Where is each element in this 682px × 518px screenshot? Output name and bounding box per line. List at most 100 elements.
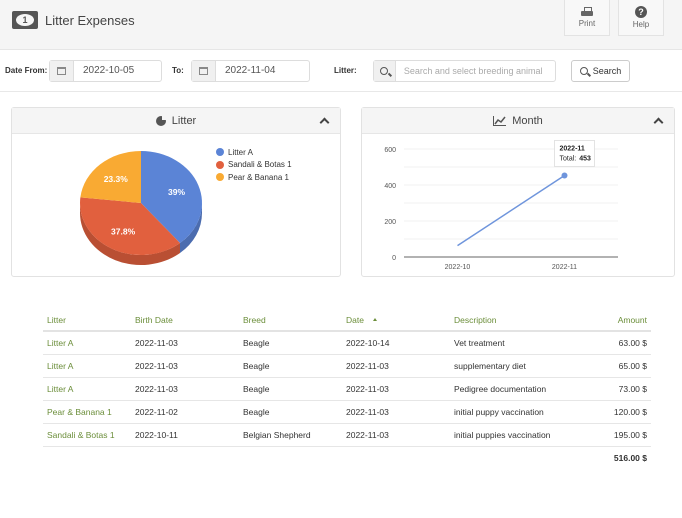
cell-amount: 73.00 $ xyxy=(580,377,651,401)
print-button[interactable]: Print xyxy=(564,0,610,36)
collapse-litter-panel-button[interactable] xyxy=(319,115,330,128)
litter-search-input[interactable] xyxy=(395,61,555,81)
date-to-label: To: xyxy=(172,66,184,75)
data-point[interactable] xyxy=(561,172,568,179)
table-total-row: 516.00 $ xyxy=(43,446,651,470)
cell-birth-date: 2022-11-03 xyxy=(131,331,239,355)
filter-bar: Date From: 2022-10-05 To: 2022-11-04 Lit… xyxy=(0,50,682,92)
column-header-amount[interactable]: Amount xyxy=(580,309,651,332)
cell-date: 2022-10-14 xyxy=(342,331,450,355)
empty-cell xyxy=(342,446,450,470)
legend-swatch xyxy=(216,160,224,169)
cell-birth-date: 2022-11-03 xyxy=(131,354,239,378)
cell-litter[interactable]: Sandali & Botas 1 xyxy=(43,423,131,447)
page-title: Litter Expenses xyxy=(45,12,135,28)
legend-label: Litter A xyxy=(228,147,253,157)
column-header-date[interactable]: Date xyxy=(342,309,450,332)
total-amount: 516.00 $ xyxy=(613,453,647,464)
pie-slice-label: 37.8% xyxy=(111,226,136,236)
litter-panel-header: Litter xyxy=(12,108,340,134)
cell-description: Vet treatment xyxy=(450,331,580,355)
legend-swatch xyxy=(216,148,224,157)
cell-breed: Belgian Shepherd xyxy=(239,423,342,447)
cell-birth-date: 2022-11-03 xyxy=(131,377,239,401)
search-icon xyxy=(579,67,588,75)
chevron-up-icon xyxy=(653,117,664,128)
date-to-calendar-button[interactable] xyxy=(192,61,216,81)
cell-amount: 65.00 $ xyxy=(580,354,651,378)
column-header-litter[interactable]: Litter xyxy=(43,309,131,332)
cell-description: initial puppy vaccination xyxy=(450,400,580,424)
help-icon: ? xyxy=(635,6,647,18)
cell-birth-date: 2022-10-11 xyxy=(131,423,239,447)
litter-label: Litter: xyxy=(334,66,357,75)
pie-legend: Litter A Sandali & Botas 1 Pear & Banana… xyxy=(216,146,292,184)
top-bar: Litter Expenses Print ? Help xyxy=(0,0,682,50)
money-bill-icon xyxy=(12,11,38,29)
cell-litter[interactable]: Litter A xyxy=(43,377,131,401)
column-header-breed[interactable]: Breed xyxy=(239,309,342,332)
app-title: Litter Expenses xyxy=(12,11,135,29)
y-tick-label: 400 xyxy=(384,183,396,190)
date-from-label: Date From: xyxy=(5,66,48,75)
date-from-calendar-button[interactable] xyxy=(50,61,74,81)
table-header-row: Litter Birth Date Breed Date Description… xyxy=(43,309,651,332)
month-line-chart: 0 200 400 600 2022-10 2022-11 2022-11 Total: 453 xyxy=(384,140,618,271)
table-row[interactable]: Pear & Banana 1 2022-11-02 Beagle 2022-11-0… xyxy=(43,400,651,424)
empty-cell xyxy=(43,446,131,470)
cell-date: 2022-11-03 xyxy=(342,400,450,424)
cell-amount: 195.00 $ xyxy=(580,423,651,447)
cell-amount: 63.00 $ xyxy=(580,331,651,355)
cell-amount: 120.00 $ xyxy=(580,400,651,424)
litter-search-addon xyxy=(374,61,396,81)
cell-description: supplementary diet xyxy=(450,354,580,378)
search-button[interactable]: Search xyxy=(571,60,630,82)
cell-litter[interactable]: Pear & Banana 1 xyxy=(43,400,131,424)
cell-date: 2022-11-03 xyxy=(342,354,450,378)
empty-cell xyxy=(131,446,239,470)
date-from-field[interactable]: 2022-10-05 xyxy=(49,60,162,82)
svg-text:Total:453: Total: 453 xyxy=(560,155,592,162)
chevron-up-icon xyxy=(319,117,330,128)
tooltip-label: Total: xyxy=(560,155,577,162)
pie-chart-icon xyxy=(155,113,168,126)
cell-litter[interactable]: Litter A xyxy=(43,354,131,378)
cell-breed: Beagle xyxy=(239,400,342,424)
column-header-birth-date[interactable]: Birth Date xyxy=(131,309,239,332)
date-from-value[interactable]: 2022-10-05 xyxy=(74,61,134,81)
help-button[interactable]: ? Help xyxy=(618,0,664,36)
expenses-table: Litter Birth Date Breed Date Description… xyxy=(43,309,651,470)
print-icon xyxy=(581,7,593,17)
month-panel-title: Month xyxy=(512,114,543,127)
empty-cell xyxy=(239,446,342,470)
tooltip-title: 2022-11 xyxy=(560,145,585,152)
legend-item[interactable]: Litter A xyxy=(216,146,292,159)
table-row[interactable]: Litter A 2022-11-03 Beagle 2022-11-03 supple… xyxy=(43,354,651,378)
series-line-total xyxy=(457,174,565,247)
table-row[interactable]: Litter A 2022-11-03 Beagle 2022-11-03 Pedigr… xyxy=(43,377,651,401)
help-label: Help xyxy=(632,20,650,29)
table-row[interactable]: Litter A 2022-11-03 Beagle 2022-10-14 Vet tr… xyxy=(43,331,651,355)
table-row[interactable]: Sandali & Botas 1 2022-10-11 Belgian Sheph… xyxy=(43,423,651,447)
empty-cell xyxy=(450,446,580,470)
legend-item[interactable]: Sandali & Botas 1 xyxy=(216,159,292,172)
date-to-field[interactable]: 2022-11-04 xyxy=(191,60,310,82)
legend-item[interactable]: Pear & Banana 1 xyxy=(216,171,292,184)
litter-panel-title: Litter xyxy=(171,114,197,127)
calendar-icon xyxy=(57,67,66,75)
cell-breed: Beagle xyxy=(239,354,342,378)
cell-breed: Beagle xyxy=(239,331,342,355)
litter-search-field[interactable] xyxy=(373,60,556,82)
column-header-description[interactable]: Description xyxy=(450,309,580,332)
cell-description: initial puppies vaccination xyxy=(450,423,580,447)
y-tick-label: 200 xyxy=(384,219,396,226)
print-label: Print xyxy=(578,19,596,28)
collapse-month-panel-button[interactable] xyxy=(653,115,664,128)
y-tick-label: 600 xyxy=(384,147,396,154)
cell-litter[interactable]: Litter A xyxy=(43,331,131,355)
cell-birth-date: 2022-11-02 xyxy=(131,400,239,424)
cell-breed: Beagle xyxy=(239,377,342,401)
pie-slice-label: 39% xyxy=(168,187,185,197)
date-to-value[interactable]: 2022-11-04 xyxy=(216,61,275,81)
month-panel-header: Month xyxy=(362,108,674,134)
